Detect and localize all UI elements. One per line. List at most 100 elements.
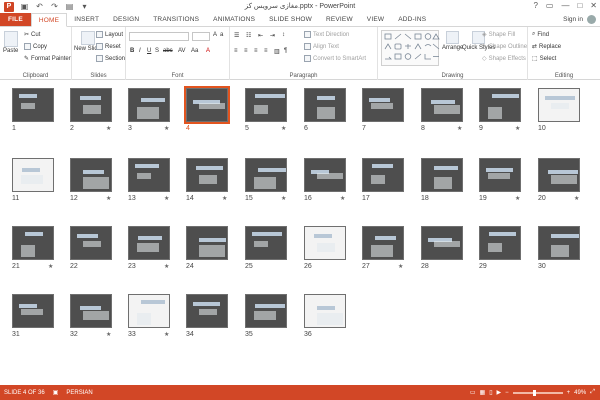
grow-font-icon[interactable]: A — [213, 32, 217, 38]
transition-star-icon[interactable]: ★ — [398, 263, 403, 270]
customize-qa-icon[interactable]: ▾ — [80, 2, 89, 11]
transition-star-icon[interactable]: ★ — [515, 195, 520, 202]
zoom-in-icon[interactable]: + — [567, 390, 571, 396]
slide-thumbnail-36[interactable] — [304, 294, 346, 328]
transition-star-icon[interactable]: ★ — [106, 195, 111, 202]
tab-view[interactable]: VIEW — [360, 13, 391, 26]
slide-thumbnail-17[interactable] — [362, 158, 404, 192]
tab-slide-show[interactable]: SLIDE SHOW — [262, 13, 319, 26]
shrink-font-icon[interactable]: a — [220, 32, 223, 38]
spellcheck-icon[interactable]: ▣ — [53, 389, 59, 396]
slide-thumbnail-22[interactable] — [70, 226, 112, 260]
shape-fill-button[interactable]: ◈ Shape Fill — [482, 31, 515, 39]
shapes-gallery[interactable] — [381, 30, 440, 66]
sign-in[interactable]: Sign in — [563, 15, 596, 24]
transition-star-icon[interactable]: ★ — [48, 263, 53, 270]
strikethrough-icon[interactable]: abc — [163, 48, 173, 54]
slide-thumbnail-10[interactable] — [538, 88, 580, 122]
copy-button[interactable]: Copy — [24, 43, 47, 50]
zoom-slider-knob[interactable] — [532, 389, 536, 396]
slide-thumbnail-16[interactable] — [304, 158, 346, 192]
slide-thumbnail-35[interactable] — [245, 294, 287, 328]
slide-thumbnail-4[interactable] — [184, 86, 230, 124]
slide-thumbnail-6[interactable] — [304, 88, 346, 122]
normal-view-icon[interactable]: ▭ — [470, 389, 476, 396]
start-from-beginning-icon[interactable]: ▤ — [65, 2, 74, 11]
replace-button[interactable]: ⇄ Replace — [532, 43, 561, 51]
transition-star-icon[interactable]: ★ — [515, 125, 520, 132]
shape-outline-button[interactable]: ✎ Shape Outline — [482, 43, 527, 51]
save-icon[interactable]: ▣ — [20, 2, 29, 11]
transition-star-icon[interactable]: ★ — [106, 331, 111, 338]
undo-icon[interactable]: ↶ — [35, 2, 44, 11]
redo-icon[interactable]: ↷ — [50, 2, 59, 11]
find-button[interactable]: ⌕ Find — [532, 31, 549, 38]
slide-thumbnail-18[interactable] — [421, 158, 463, 192]
shadow-icon[interactable]: S — [155, 48, 159, 54]
slide-thumbnail-30[interactable] — [538, 226, 580, 260]
zoom-level[interactable]: 49% — [574, 390, 586, 396]
slide-thumbnail-34[interactable] — [186, 294, 228, 328]
slide-thumbnail-14[interactable] — [186, 158, 228, 192]
paste-button[interactable]: Paste — [3, 31, 18, 54]
tab-insert[interactable]: INSERT — [67, 13, 106, 26]
slide-thumbnail-32[interactable] — [70, 294, 112, 328]
transition-star-icon[interactable]: ★ — [281, 195, 286, 202]
transition-star-icon[interactable]: ★ — [164, 125, 169, 132]
font-color-icon[interactable]: A — [206, 48, 210, 54]
slide-thumbnail-12[interactable] — [70, 158, 112, 192]
text-direction-button[interactable]: Text Direction — [304, 31, 349, 38]
format-painter-button[interactable]: ✎ Format Painter — [24, 55, 71, 63]
help-icon[interactable]: ? — [533, 1, 537, 10]
align-left-icon[interactable]: ≡ — [234, 48, 238, 54]
slide-thumbnail-21[interactable] — [12, 226, 54, 260]
font-name-combobox[interactable] — [129, 32, 189, 41]
slide-thumbnail-27[interactable] — [362, 226, 404, 260]
slide-thumbnail-5[interactable] — [245, 88, 287, 122]
justify-icon[interactable]: ≡ — [264, 48, 268, 54]
tab-file[interactable]: FILE — [0, 13, 31, 26]
align-text-button[interactable]: Align Text — [304, 43, 339, 50]
minimize-icon[interactable]: — — [561, 1, 569, 10]
section-button[interactable]: Section — [96, 55, 125, 62]
close-icon[interactable]: ✕ — [590, 1, 597, 10]
bullets-icon[interactable]: ☰ — [234, 32, 239, 39]
tab-design[interactable]: DESIGN — [106, 13, 146, 26]
tab-transitions[interactable]: TRANSITIONS — [146, 13, 206, 26]
numbering-icon[interactable]: ☷ — [246, 32, 251, 39]
rtl-icon[interactable]: ¶ — [284, 48, 287, 54]
tab-animations[interactable]: ANIMATIONS — [206, 13, 262, 26]
transition-star-icon[interactable]: ★ — [340, 195, 345, 202]
slide-thumbnail-24[interactable] — [186, 226, 228, 260]
slideshow-view-icon[interactable]: ▶ — [497, 389, 502, 396]
font-size-combobox[interactable] — [192, 32, 210, 41]
language-indicator[interactable]: PERSIAN — [66, 390, 92, 396]
tab-home[interactable]: HOME — [30, 13, 68, 27]
slide-thumbnail-11[interactable] — [12, 158, 54, 192]
slide-sorter-view-icon[interactable]: ▦ — [480, 389, 486, 396]
slide-thumbnail-25[interactable] — [245, 226, 287, 260]
transition-star-icon[interactable]: ★ — [574, 195, 579, 202]
increase-indent-icon[interactable]: ⇥ — [270, 32, 275, 39]
slide-thumbnail-33[interactable] — [128, 294, 170, 328]
reset-button[interactable]: Reset — [96, 43, 121, 50]
slide-thumbnail-19[interactable] — [479, 158, 521, 192]
slide-thumbnail-29[interactable] — [479, 226, 521, 260]
shape-effects-button[interactable]: ◇ Shape Effects — [482, 55, 526, 63]
slide-thumbnail-31[interactable] — [12, 294, 54, 328]
maximize-icon[interactable]: □ — [577, 1, 582, 10]
slide-thumbnail-7[interactable] — [362, 88, 404, 122]
transition-star-icon[interactable]: ★ — [164, 263, 169, 270]
transition-star-icon[interactable]: ★ — [222, 195, 227, 202]
arrange-button[interactable]: Arrange — [442, 31, 463, 51]
slide-thumbnail-2[interactable] — [70, 88, 112, 122]
transition-star-icon[interactable]: ★ — [281, 125, 286, 132]
italic-icon[interactable]: I — [139, 48, 141, 54]
fit-slide-icon[interactable]: ⤢ — [590, 389, 595, 396]
slide-thumbnail-3[interactable] — [128, 88, 170, 122]
transition-star-icon[interactable]: ★ — [164, 195, 169, 202]
convert-smartart-button[interactable]: Convert to SmartArt — [304, 55, 366, 62]
slide-thumbnail-1[interactable] — [12, 88, 54, 122]
layout-button[interactable]: Layout — [96, 31, 123, 38]
bold-icon[interactable]: B — [130, 48, 134, 54]
